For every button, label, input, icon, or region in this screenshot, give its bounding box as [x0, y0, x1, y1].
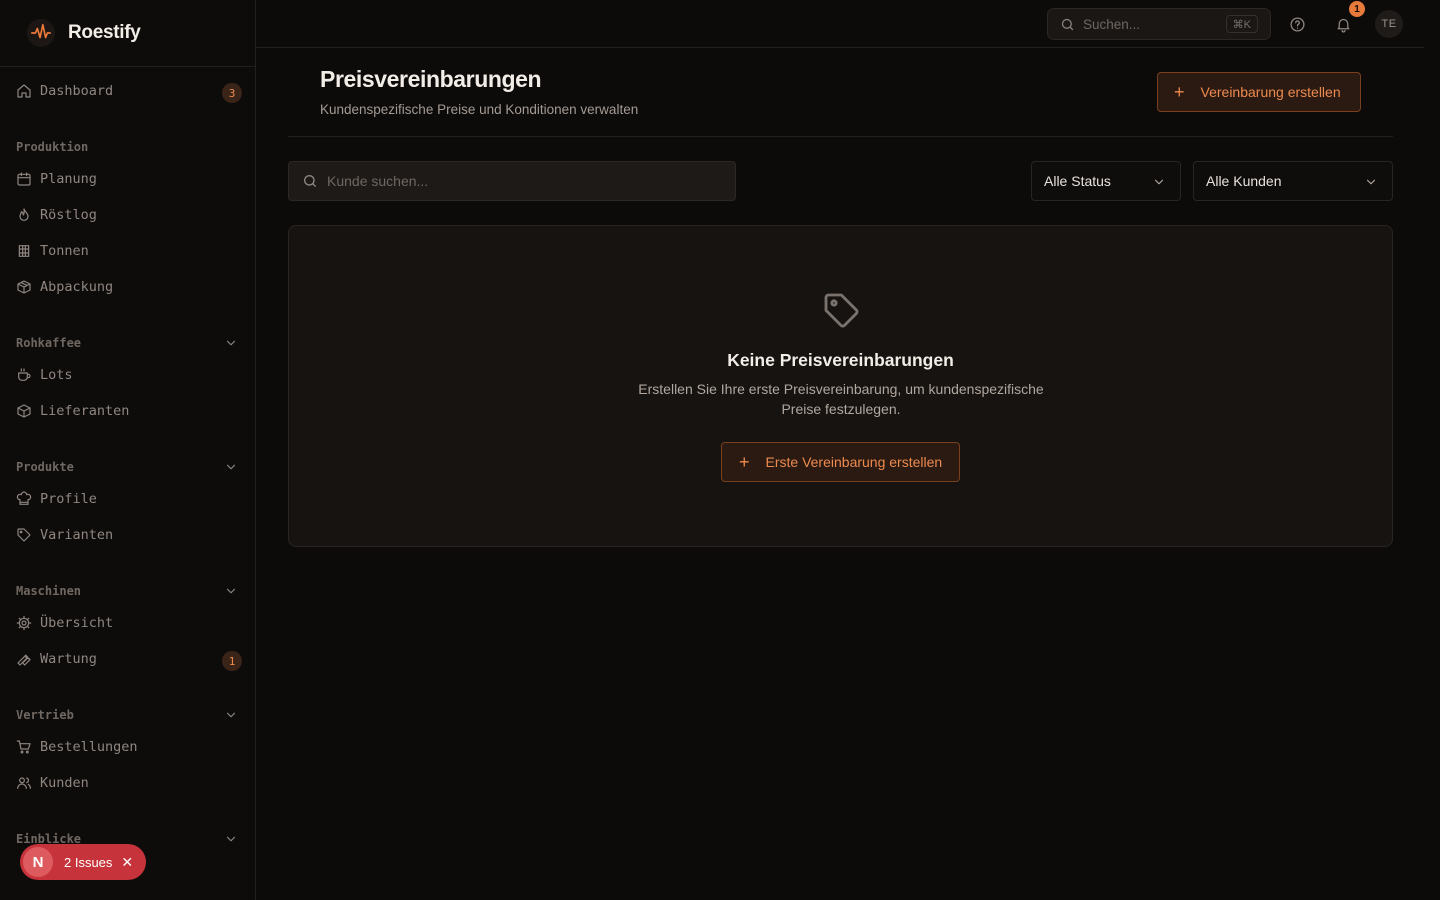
barrel-icon	[18, 245, 30, 257]
create-first-agreement-button[interactable]: + Erste Vereinbarung erstellen	[721, 442, 960, 482]
customer-filter-value: Alle Kunden	[1206, 173, 1282, 189]
create-agreement-label: Vereinbarung erstellen	[1200, 84, 1341, 100]
sidebar: Roestify Dashboard 3 Produktion Planung …	[0, 0, 256, 900]
sidebar-item-planung[interactable]: Planung	[0, 163, 255, 195]
search-icon	[304, 175, 316, 187]
sidebar-item-label: Wartung	[40, 651, 97, 667]
create-first-agreement-label: Erste Vereinbarung erstellen	[765, 454, 943, 470]
section-label: Produkte	[16, 460, 74, 474]
coffee-icon	[18, 368, 31, 381]
flame-icon	[19, 208, 29, 221]
brand[interactable]: Roestify	[0, 0, 255, 67]
sidebar-item-uebersicht[interactable]: Übersicht	[0, 607, 255, 639]
chevron-down-icon	[226, 712, 236, 718]
chevron-down-icon	[226, 588, 236, 594]
sidebar-item-label: Röstlog	[40, 207, 97, 223]
empty-state-description: Erstellen Sie Ihre erste Preisvereinbaru…	[638, 381, 1044, 417]
create-agreement-button[interactable]: + Vereinbarung erstellen	[1157, 72, 1361, 112]
help-button[interactable]	[1285, 12, 1309, 36]
package-icon	[17, 280, 31, 294]
sidebar-item-lots[interactable]: Lots	[0, 359, 255, 391]
sidebar-item-kunden[interactable]: Kunden	[0, 767, 255, 799]
sidebar-item-lieferanten[interactable]: Lieferanten	[0, 395, 255, 427]
page-title: Preisvereinbarungen	[320, 66, 542, 92]
sidebar-item-label: Übersicht	[40, 615, 114, 631]
status-filter-value: Alle Status	[1044, 173, 1111, 189]
sidebar-item-profile[interactable]: Profile	[0, 483, 255, 515]
dashboard-badge: 3	[222, 83, 242, 103]
chevron-down-icon	[1366, 179, 1376, 185]
sidebar-item-label: Dashboard	[40, 83, 114, 99]
search-shortcut: ⌘K	[1225, 15, 1258, 33]
chevron-down-icon	[226, 836, 236, 842]
status-filter-select[interactable]: Alle Status	[1031, 161, 1181, 201]
empty-state-title: Keine Preisvereinbarungen	[727, 350, 954, 370]
home-icon	[17, 84, 31, 98]
box-icon	[17, 404, 31, 418]
section-label: Maschinen	[16, 584, 82, 598]
customer-filter-select[interactable]: Alle Kunden	[1193, 161, 1393, 201]
search-icon	[1061, 18, 1074, 30]
cog-icon	[16, 615, 32, 631]
sidebar-item-wartung[interactable]: Wartung 1	[0, 643, 255, 675]
sidebar-item-label: Planung	[40, 171, 97, 187]
wrench-icon	[17, 654, 31, 666]
sidebar-item-label: Lieferanten	[40, 403, 130, 419]
header-divider	[288, 136, 1393, 137]
sidebar-item-roestlog[interactable]: Röstlog	[0, 199, 255, 231]
section-vertrieb[interactable]: Vertrieb	[0, 703, 255, 727]
close-icon[interactable]: ✕	[121, 854, 133, 871]
plus-icon: +	[1174, 82, 1185, 102]
sidebar-item-bestellungen[interactable]: Bestellungen	[0, 731, 255, 763]
global-search[interactable]: Suchen... ⌘K	[1047, 8, 1271, 40]
chevron-down-icon	[1154, 179, 1164, 185]
sidebar-item-abpackung[interactable]: Abpackung	[0, 271, 255, 303]
app-name: Roestify	[68, 22, 141, 43]
bell-icon	[1337, 18, 1349, 33]
section-produkte[interactable]: Produkte	[0, 455, 255, 479]
tag-icon	[17, 528, 31, 542]
section-label: Produktion	[16, 140, 89, 154]
sidebar-item-label: Varianten	[40, 527, 114, 543]
help-icon	[1289, 16, 1305, 32]
section-produktion: Produktion	[0, 135, 255, 159]
section-label: Rohkaffee	[16, 336, 82, 350]
wartung-badge: 1	[222, 651, 242, 671]
sidebar-item-label: Profile	[40, 491, 97, 507]
logo-icon	[27, 19, 55, 47]
customer-search-input[interactable]	[327, 173, 707, 189]
sidebar-item-label: Kunden	[40, 775, 89, 791]
calendar-icon	[17, 172, 31, 186]
tag-icon	[824, 293, 859, 328]
sidebar-item-varianten[interactable]: Varianten	[0, 519, 255, 551]
issues-label: 2 Issues	[64, 854, 113, 870]
chevron-down-icon	[226, 340, 236, 346]
page-subtitle: Kundenspezifische Preise und Konditionen…	[320, 102, 639, 117]
sidebar-item-label: Abpackung	[40, 279, 114, 295]
avatar[interactable]: TE	[1375, 10, 1403, 38]
empty-state-card: Keine Preisvereinbarungen Erstellen Sie …	[288, 225, 1393, 547]
sidebar-item-label: Lots	[40, 367, 73, 383]
section-maschinen[interactable]: Maschinen	[0, 579, 255, 603]
sidebar-item-tonnen[interactable]: Tonnen	[0, 235, 255, 267]
global-search-placeholder: Suchen...	[1083, 16, 1141, 32]
section-label: Vertrieb	[16, 708, 74, 722]
notifications-button[interactable]	[1331, 12, 1355, 36]
chevron-down-icon	[226, 464, 236, 470]
issues-logo: N	[23, 847, 53, 877]
sidebar-item-label: Bestellungen	[40, 739, 138, 755]
sidebar-item-dashboard[interactable]: Dashboard 3	[0, 75, 255, 107]
sidebar-item-label: Tonnen	[40, 243, 89, 259]
plus-icon: +	[739, 452, 750, 472]
customer-search[interactable]	[288, 161, 736, 201]
topbar: Suchen... ⌘K 1 TE	[256, 0, 1424, 48]
users-icon	[17, 777, 31, 789]
cart-icon	[16, 740, 31, 754]
section-rohkaffee[interactable]: Rohkaffee	[0, 331, 255, 355]
issues-indicator[interactable]: N 2 Issues ✕	[20, 844, 146, 880]
chef-hat-icon	[16, 491, 32, 505]
notification-count: 1	[1349, 1, 1365, 17]
